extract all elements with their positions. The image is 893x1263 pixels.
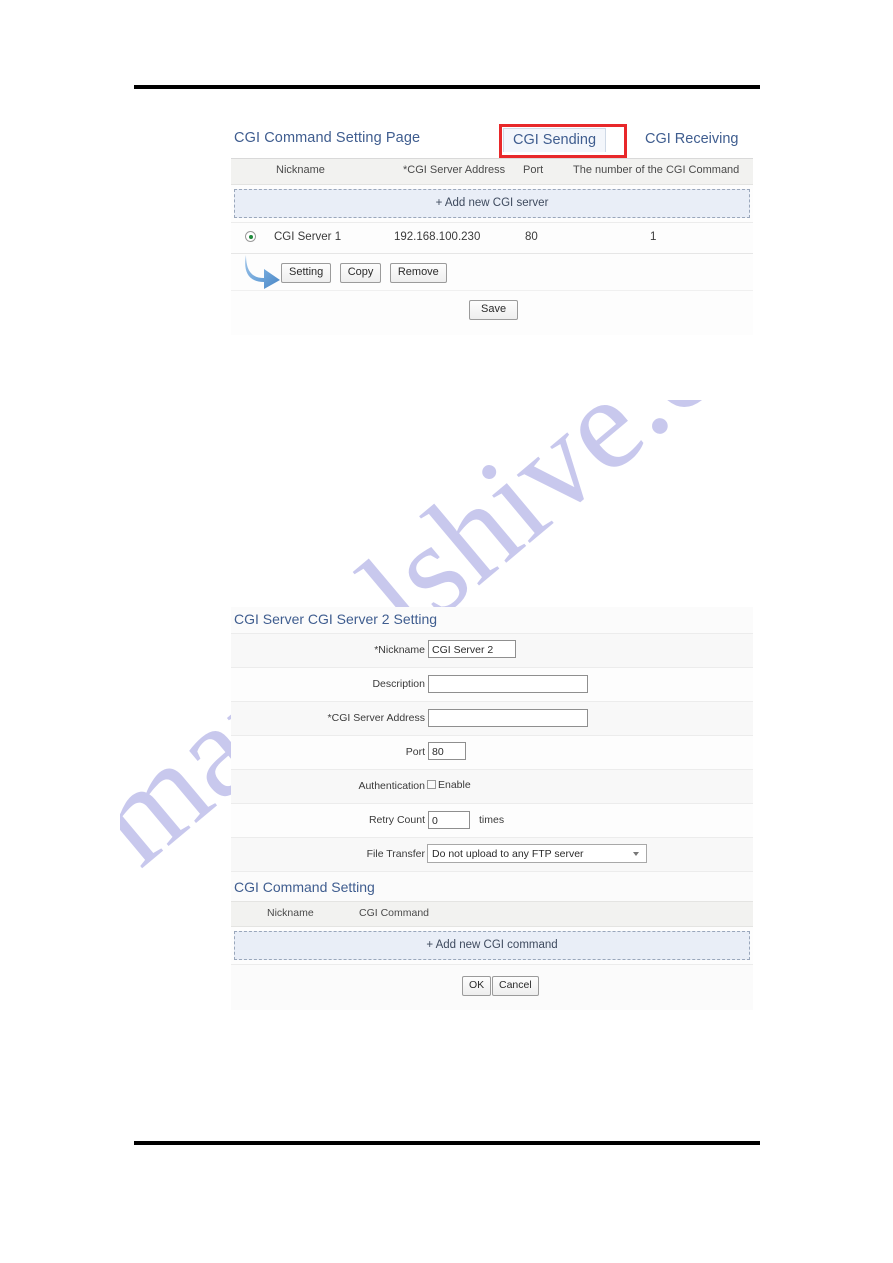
command-column-header-nickname: Nickname [267, 907, 314, 919]
copy-button[interactable]: Copy [339, 263, 382, 283]
nickname-input[interactable]: CGI Server 2 [428, 640, 516, 658]
annotation-arrow-icon [245, 255, 280, 289]
label-file-transfer: File Transfer [366, 848, 425, 860]
retry-count-input[interactable]: 0 [428, 811, 470, 829]
cell-address: 192.168.100.230 [394, 231, 481, 243]
ok-button[interactable]: OK [462, 976, 492, 996]
cgi-command-setting-panel: CGI Command Setting Page CGI Sending CGI… [231, 124, 753, 335]
page-rule-top [134, 85, 760, 89]
form-row-address: *CGI Server Address [231, 701, 753, 735]
label-description: Description [372, 678, 425, 690]
retry-count-suffix: times [479, 814, 505, 826]
tab-bar: CGI Command Setting Page CGI Sending CGI… [231, 124, 753, 159]
authentication-enable-checkbox[interactable]: Enable [427, 779, 471, 791]
server-setting-title: CGI Server CGI Server 2 Setting [234, 611, 438, 627]
remove-button[interactable]: Remove [389, 263, 447, 283]
column-header-nickname: Nickname [276, 164, 325, 176]
description-input[interactable] [428, 675, 588, 693]
port-input[interactable]: 80 [428, 742, 466, 760]
form-row-nickname: *Nickname CGI Server 2 [231, 633, 753, 667]
label-retry-count: Retry Count [368, 814, 425, 826]
row-action-bar: Setting Copy Remove [231, 254, 753, 290]
cell-port: 80 [525, 231, 538, 243]
add-new-cgi-server-button[interactable]: + Add new CGI server [234, 189, 750, 218]
tab-cgi-sending[interactable]: CGI Sending [503, 128, 607, 152]
server-select-radio[interactable] [245, 231, 256, 242]
add-command-row-wrapper: + Add new CGI command [231, 927, 753, 965]
cancel-button[interactable]: Cancel [492, 976, 539, 996]
cell-nickname: CGI Server 1 [274, 231, 342, 243]
file-transfer-select[interactable]: Do not upload to any FTP server [427, 844, 647, 863]
page-rule-bottom [134, 1141, 760, 1145]
command-table-header: Nickname CGI Command [231, 901, 753, 927]
add-new-cgi-command-button[interactable]: + Add new CGI command [234, 931, 750, 960]
save-button[interactable]: Save [469, 300, 519, 320]
label-authentication: Authentication [358, 780, 425, 792]
form-row-authentication: Authentication Enable [231, 769, 753, 803]
form-row-description: Description [231, 667, 753, 701]
cell-command-count: 1 [650, 231, 657, 243]
tab-cgi-receiving[interactable]: CGI Receiving [636, 128, 747, 151]
cgi-command-setting-title: CGI Command Setting [231, 871, 753, 901]
page-title: CGI Command Setting Page [234, 130, 421, 146]
table-row[interactable]: CGI Server 1 192.168.100.230 80 1 [231, 223, 753, 254]
cgi-server-setting-panel: CGI Server CGI Server 2 Setting *Nicknam… [231, 607, 753, 1010]
save-bar: Save [231, 290, 753, 335]
command-column-header-command: CGI Command [359, 907, 430, 919]
column-header-address: *CGI Server Address [403, 164, 506, 176]
label-nickname: *Nickname [374, 644, 425, 656]
checkbox-box-icon [427, 780, 436, 789]
column-header-command-count: The number of the CGI Command [573, 164, 740, 176]
form-row-port: Port 80 [231, 735, 753, 769]
chevron-down-icon [633, 852, 639, 856]
column-header-port: Port [523, 164, 544, 176]
setting-button[interactable]: Setting [281, 263, 332, 283]
server-table-header: Nickname *CGI Server Address Port The nu… [231, 159, 753, 185]
cgi-server-address-input[interactable] [428, 709, 588, 727]
checkbox-label: Enable [438, 779, 471, 791]
form-row-retry-count: Retry Count 0 times [231, 803, 753, 837]
add-server-row-wrapper: + Add new CGI server [231, 185, 753, 223]
label-port: Port [405, 746, 425, 758]
label-cgi-server-address: *CGI Server Address [327, 712, 425, 724]
form-row-file-transfer: File Transfer Do not upload to any FTP s… [231, 837, 753, 871]
dialog-action-bar: OK Cancel [231, 965, 753, 1010]
file-transfer-selected-value: Do not upload to any FTP server [432, 848, 584, 860]
row-buttons: Setting Copy Remove [281, 262, 451, 283]
